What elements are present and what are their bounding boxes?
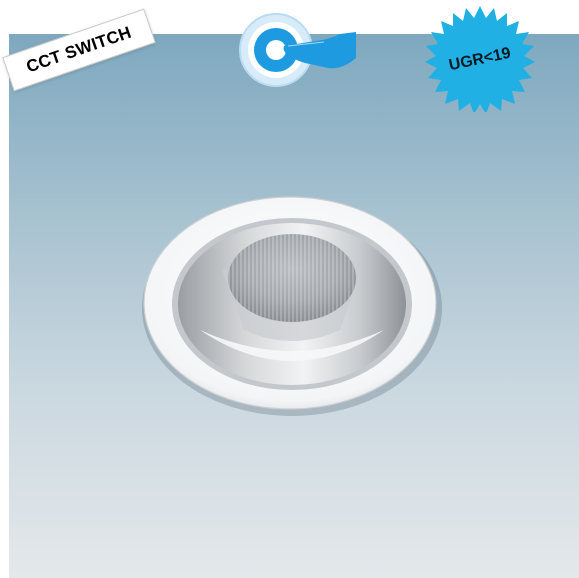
hand-pressing-button-icon <box>239 13 356 87</box>
optic-ribs <box>228 234 356 322</box>
product-image: CCT SWITCH UGR<19 <box>0 0 579 578</box>
ugr-starburst-badge: UGR<19 <box>425 6 535 112</box>
